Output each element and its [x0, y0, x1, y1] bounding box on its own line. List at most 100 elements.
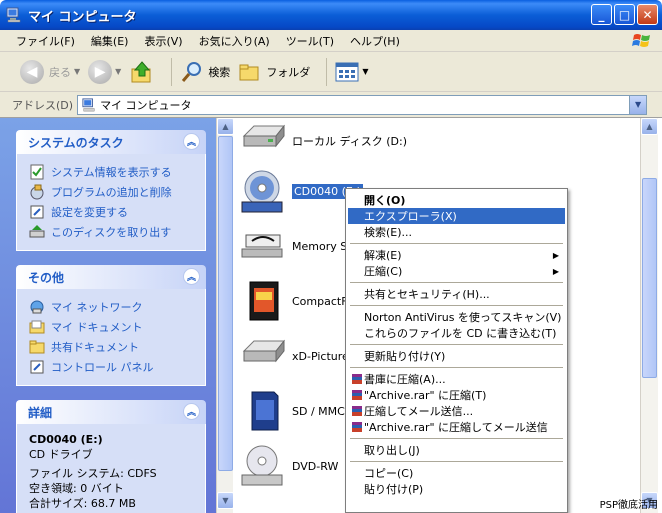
views-button[interactable]: ▼	[335, 61, 368, 83]
chevron-down-icon: ▼	[362, 67, 369, 76]
control-panel-icon	[30, 205, 44, 219]
menu-refresh-paste[interactable]: 更新貼り付け(Y)	[348, 348, 565, 364]
details-title: 詳細	[28, 405, 53, 420]
scroll-down-arrow-icon[interactable]: ▼	[217, 492, 234, 509]
task-label: システム情報を表示する	[51, 166, 172, 179]
task-label: このディスクを取り出す	[51, 226, 172, 239]
winrar-icon	[352, 422, 362, 432]
search-button[interactable]: 検索	[180, 60, 230, 84]
up-button[interactable]	[129, 59, 155, 85]
minimize-button[interactable]: _	[591, 4, 612, 25]
folders-label: フォルダ	[266, 65, 311, 79]
address-value: マイ コンピュータ	[100, 98, 192, 112]
place-control-panel[interactable]: コントロール パネル	[29, 357, 195, 377]
menu-write-cd[interactable]: これらのファイルを CD に書き込む(T)	[348, 325, 565, 341]
menu-extract[interactable]: 解凍(E) ▶	[348, 247, 565, 263]
scroll-up-arrow-icon[interactable]: ▲	[641, 118, 658, 135]
menu-help[interactable]: ヘルプ(H)	[342, 33, 408, 49]
task-label: プログラムの追加と削除	[51, 186, 172, 199]
add-remove-programs-icon	[30, 184, 44, 200]
details-type: CD ドライブ	[29, 448, 93, 461]
eject-drive-icon	[29, 225, 45, 238]
submenu-arrow-icon: ▶	[552, 266, 559, 276]
menu-separator	[350, 305, 563, 306]
back-button[interactable]: ◀ 戻る ▼	[20, 59, 80, 84]
menu-paste[interactable]: 貼り付け(P)	[348, 481, 565, 497]
context-menu: 開く(O) エクスプローラ(X) 検索(E)... 解凍(E) ▶ 圧縮(C) …	[345, 188, 568, 513]
other-places-header[interactable]: その他 ︽	[16, 265, 206, 289]
maximize-button[interactable]: □	[614, 4, 635, 25]
title-bar[interactable]: マイ コンピュータ _ □ ✕	[0, 0, 662, 30]
task-view-system-info[interactable]: システム情報を表示する	[29, 162, 195, 182]
system-tasks-title: システムのタスク	[28, 135, 124, 150]
back-arrow-icon: ◀	[20, 59, 44, 84]
network-icon	[30, 300, 44, 314]
toolbar: ◀ 戻る ▼ ▶ ▼ 検索 フォルダ ▼	[0, 52, 662, 92]
folder-icon	[29, 340, 45, 354]
folders-icon	[239, 64, 259, 80]
drive-label: DVD-RW	[292, 459, 339, 473]
my-computer-icon	[82, 97, 95, 111]
task-add-remove-programs[interactable]: プログラムの追加と削除	[29, 182, 195, 202]
menu-separator	[350, 461, 563, 462]
collapse-icon[interactable]: ︽	[183, 403, 200, 420]
menu-rar-add-named[interactable]: "Archive.rar" に圧縮(T)	[348, 387, 565, 403]
menu-open[interactable]: 開く(O)	[348, 192, 565, 208]
menu-rar-email-named[interactable]: "Archive.rar" に圧縮してメール送信	[348, 419, 565, 435]
views-icon	[335, 62, 359, 81]
menu-copy[interactable]: コピー(C)	[348, 465, 565, 481]
task-change-settings[interactable]: 設定を変更する	[29, 202, 195, 222]
content-scrollbar[interactable]: ▲ ▼	[640, 118, 658, 513]
drive-item[interactable]: DVD-RW	[240, 443, 338, 489]
system-tasks-panel: システムのタスク ︽ システム情報を表示する プログラムの追加と削除 設定を変更…	[16, 130, 206, 251]
menu-explore[interactable]: エクスプローラ(X)	[348, 208, 565, 224]
folders-button[interactable]: フォルダ	[238, 60, 310, 84]
close-button[interactable]: ✕	[637, 4, 658, 25]
place-label: マイ ドキュメント	[51, 321, 143, 334]
folder-up-icon	[131, 60, 151, 82]
collapse-icon[interactable]: ︽	[183, 268, 200, 285]
system-tasks-header[interactable]: システムのタスク ︽	[16, 130, 206, 154]
collapse-icon[interactable]: ︽	[183, 133, 200, 150]
details-header[interactable]: 詳細 ︽	[16, 400, 206, 424]
scroll-up-arrow-icon[interactable]: ▲	[217, 118, 234, 135]
task-eject-disk[interactable]: このディスクを取り出す	[29, 222, 195, 242]
scrollbar-thumb[interactable]	[218, 136, 233, 471]
place-shared-documents[interactable]: 共有ドキュメント	[29, 337, 195, 357]
place-my-network[interactable]: マイ ネットワーク	[29, 297, 195, 317]
place-my-documents[interactable]: マイ ドキュメント	[29, 317, 195, 337]
winrar-icon	[352, 406, 362, 416]
menu-separator	[350, 438, 563, 439]
menu-file[interactable]: ファイル(F)	[8, 33, 83, 49]
drive-label: ローカル ディスク (D:)	[292, 135, 407, 148]
menu-sharing[interactable]: 共有とセキュリティ(H)...	[348, 286, 565, 302]
menu-tools[interactable]: ツール(T)	[278, 33, 342, 49]
removable-drive-icon	[242, 339, 286, 363]
menu-search[interactable]: 検索(E)...	[348, 224, 565, 240]
place-label: マイ ネットワーク	[51, 301, 143, 314]
drive-item[interactable]: ローカル ディスク (D:)	[240, 118, 407, 164]
address-bar: アドレス(D) マイ コンピュータ ▼	[0, 92, 662, 118]
address-dropdown-button[interactable]: ▼	[629, 95, 647, 114]
address-label: アドレス(D)	[12, 98, 74, 112]
menu-edit[interactable]: 編集(E)	[83, 33, 137, 49]
address-input[interactable]: マイ コンピュータ ▼	[77, 94, 648, 115]
menu-eject[interactable]: 取り出し(J)	[348, 442, 565, 458]
chevron-down-icon[interactable]: ▼	[74, 67, 80, 76]
menu-favorites[interactable]: お気に入り(A)	[191, 33, 278, 49]
hard-drive-icon	[242, 124, 286, 148]
chevron-down-icon[interactable]: ▼	[115, 67, 121, 76]
scrollbar-thumb[interactable]	[642, 178, 657, 378]
menu-rar-email[interactable]: 圧縮してメール送信...	[348, 403, 565, 419]
task-pane-scrollbar[interactable]: ▲ ▼	[216, 118, 234, 513]
menu-norton-scan[interactable]: Norton AntiVirus を使ってスキャン(V)	[348, 309, 565, 325]
menu-rar-add[interactable]: 書庫に圧縮(A)...	[348, 371, 565, 387]
sd-card-icon	[251, 391, 279, 431]
menu-compress-label: 圧縮(C)	[364, 265, 403, 278]
search-label: 検索	[208, 65, 231, 79]
watermark-text: PSP徹底活用	[599, 500, 658, 511]
menu-view[interactable]: 表示(V)	[136, 33, 190, 49]
menu-separator	[350, 282, 563, 283]
menu-compress[interactable]: 圧縮(C) ▶	[348, 263, 565, 279]
forward-button[interactable]: ▶ ▼	[88, 59, 121, 84]
